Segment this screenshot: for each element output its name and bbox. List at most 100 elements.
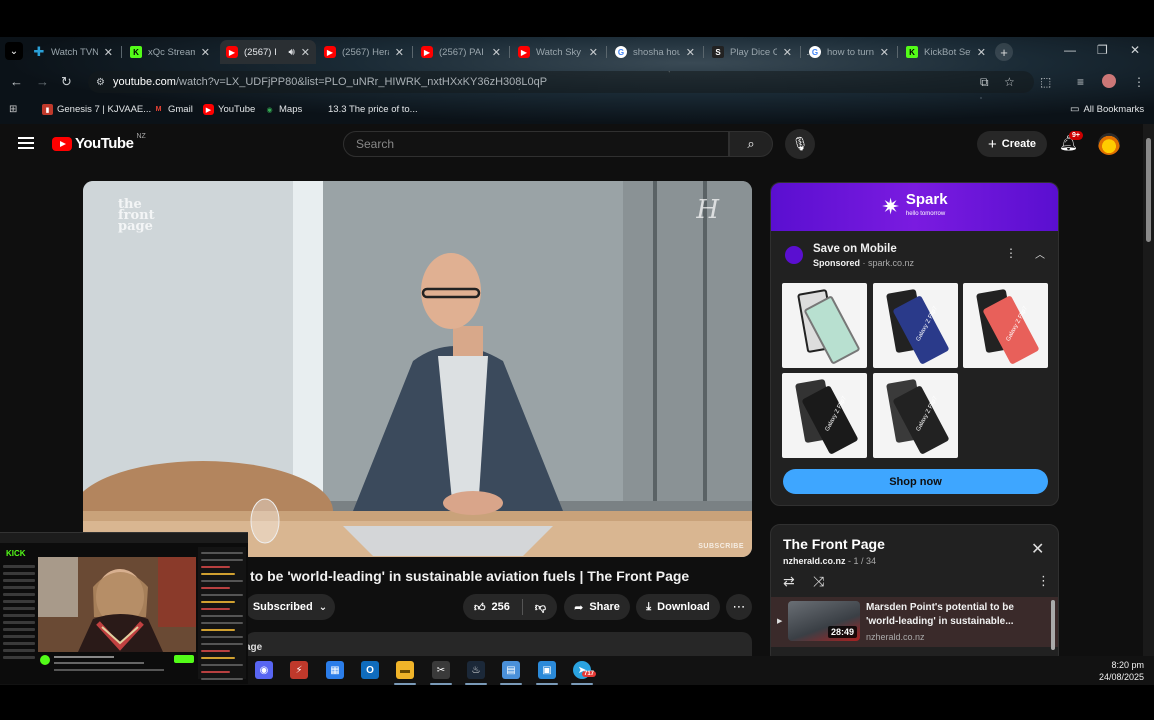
close-icon[interactable]: ✕ bbox=[492, 46, 501, 59]
close-icon[interactable]: ✕ bbox=[977, 46, 986, 59]
profile-avatar[interactable] bbox=[1102, 74, 1116, 88]
video-thumbnail[interactable]: 28:49 bbox=[788, 601, 860, 641]
maximize-icon[interactable]: ❐ bbox=[1097, 43, 1108, 57]
discord-icon[interactable]: ◉ bbox=[255, 661, 273, 679]
bookmark-maps[interactable]: ◉ Maps bbox=[264, 104, 302, 115]
app-icon[interactable]: ▣ bbox=[538, 661, 556, 679]
apps-grid-icon[interactable]: ⊞ bbox=[9, 104, 17, 115]
steam-icon[interactable]: ♨ bbox=[467, 661, 485, 679]
outlook-icon[interactable]: O bbox=[361, 661, 379, 679]
tab-search-chevron-icon[interactable]: ⌄ bbox=[5, 42, 23, 60]
snipping-tool-icon[interactable]: ✂ bbox=[432, 661, 450, 679]
audio-playing-icon[interactable]: 🔊︎ bbox=[288, 47, 294, 58]
extensions-icon[interactable]: ⬚ bbox=[1040, 75, 1051, 89]
tab-9[interactable]: K KickBot Set ✕ bbox=[900, 40, 992, 64]
close-icon[interactable]: ✕ bbox=[201, 46, 210, 59]
follow-button[interactable] bbox=[174, 655, 194, 663]
close-icon[interactable]: ✕ bbox=[301, 46, 310, 59]
tab-1[interactable]: K xQc Stream ✕ bbox=[124, 40, 216, 64]
like-button[interactable]: 👍︎ 256 bbox=[474, 601, 510, 614]
description-box[interactable]: age bbox=[245, 632, 752, 656]
scrollbar-thumb[interactable] bbox=[1146, 138, 1151, 242]
tab-6[interactable]: G shosha hou ✕ bbox=[609, 40, 701, 64]
close-icon[interactable]: ✕ bbox=[783, 46, 792, 59]
kebab-menu-icon[interactable]: ⋮ bbox=[1133, 75, 1145, 89]
product-card[interactable]: Galaxy Z Flip7 bbox=[963, 283, 1048, 368]
bookmark-star-icon[interactable]: ☆ bbox=[1004, 75, 1015, 89]
all-bookmarks[interactable]: ▭ All Bookmarks bbox=[1070, 104, 1144, 115]
forward-arrow-icon[interactable]: → bbox=[36, 74, 49, 89]
share-button[interactable]: ➦ Share bbox=[564, 594, 630, 620]
flash-icon[interactable]: ⚡ bbox=[290, 661, 308, 679]
close-icon[interactable]: ✕ bbox=[395, 46, 404, 59]
kebab-menu-icon[interactable]: ⋮ bbox=[1037, 573, 1050, 589]
playlist-channel[interactable]: nzherald.co.nz bbox=[783, 556, 846, 566]
tab-7[interactable]: S Play Dice C ✕ bbox=[706, 40, 798, 64]
shuffle-icon[interactable]: ⤨ bbox=[813, 573, 824, 590]
product-card[interactable] bbox=[782, 283, 867, 368]
close-icon[interactable]: ✕ bbox=[589, 46, 598, 59]
notepad-icon[interactable]: ▤ bbox=[502, 661, 520, 679]
bookmark-gmail[interactable]: M Gmail bbox=[153, 104, 193, 115]
product-card[interactable]: Galaxy Z Flip7 bbox=[873, 373, 958, 458]
system-clock[interactable]: 8:20 pm 24/08/2025 bbox=[1094, 659, 1144, 683]
close-icon[interactable]: ✕ bbox=[686, 46, 695, 59]
shop-now-button[interactable]: Shop now bbox=[783, 469, 1048, 494]
create-button[interactable]: + Create bbox=[977, 131, 1047, 157]
install-app-icon[interactable]: ⧉ bbox=[980, 75, 989, 90]
kebab-menu-icon[interactable]: ⋮ bbox=[1005, 246, 1017, 260]
ad-title[interactable]: Save on Mobile bbox=[813, 243, 914, 255]
subscribe-watermark[interactable]: SUBSCRIBE bbox=[698, 543, 744, 550]
product-card[interactable]: Galaxy Z Flip7 bbox=[782, 373, 867, 458]
search-button[interactable]: ⌕ bbox=[729, 131, 773, 157]
download-button[interactable]: ⤓ Download bbox=[636, 594, 720, 620]
close-icon[interactable]: ✕ bbox=[880, 46, 889, 59]
thumbs-up-icon: 👍︎ bbox=[473, 601, 486, 614]
account-avatar[interactable] bbox=[1098, 133, 1120, 155]
subscribed-button[interactable]: Subscribed ⌄ bbox=[245, 594, 335, 620]
bookmark-price[interactable]: 13.3 The price of to... bbox=[328, 104, 418, 115]
close-window-icon[interactable]: ✕ bbox=[1130, 43, 1140, 57]
close-icon[interactable]: ✕ bbox=[1031, 539, 1044, 559]
chevron-up-icon[interactable]: ︿ bbox=[1035, 246, 1045, 261]
address-bar[interactable]: ⚙ youtube.com/watch?v=LX_UDFjPP80&list=P… bbox=[88, 71, 1034, 93]
reload-icon[interactable]: ↻ bbox=[61, 74, 72, 90]
site-settings-icon[interactable]: ⚙ bbox=[96, 77, 105, 88]
minimize-icon[interactable]: — bbox=[1064, 43, 1076, 57]
page-scrollbar[interactable] bbox=[1143, 124, 1154, 656]
playlist-title[interactable]: The Front Page bbox=[783, 536, 885, 552]
tab-0[interactable]: ✚ Watch TVN ✕ bbox=[27, 40, 119, 64]
bookmark-genesis[interactable]: ▮ Genesis 7 | KJVAAE... bbox=[42, 104, 151, 115]
youtube-logo[interactable]: YouTube NZ bbox=[52, 133, 146, 152]
product-card[interactable]: Galaxy Z Flip7 bbox=[873, 283, 958, 368]
media-controls-icon[interactable]: ≡ bbox=[1077, 75, 1084, 89]
tab-8[interactable]: G how to turn ✕ bbox=[803, 40, 895, 64]
playlist-scrollbar[interactable] bbox=[1051, 600, 1055, 650]
playlist-item-current[interactable]: ▶ 28:49 Marsden Point's potential to be … bbox=[771, 597, 1058, 647]
video-player[interactable]: the front page H SUBSCRIBE bbox=[83, 181, 752, 557]
telegram-icon[interactable]: ➤ 717 bbox=[573, 661, 597, 679]
new-tab-plus-icon[interactable]: + bbox=[995, 43, 1013, 61]
file-explorer-icon[interactable]: ▬ bbox=[396, 661, 414, 679]
voice-search-button[interactable]: 🎙︎ bbox=[785, 129, 815, 159]
close-icon[interactable]: ✕ bbox=[104, 46, 113, 59]
overlay-chat bbox=[198, 547, 246, 680]
tab-5[interactable]: ▶ Watch Sky ✕ bbox=[512, 40, 604, 64]
thumbs-down-icon[interactable]: 👎︎ bbox=[535, 601, 546, 614]
bookmark-youtube[interactable]: ▶ YouTube bbox=[203, 104, 255, 115]
back-arrow-icon[interactable]: ← bbox=[10, 74, 23, 89]
hamburger-menu-icon[interactable] bbox=[18, 137, 34, 149]
notifications-bell-icon[interactable]: 🔔︎ 9+ bbox=[1059, 131, 1083, 152]
search-input[interactable]: Search bbox=[343, 131, 729, 157]
url-text[interactable]: youtube.com/watch?v=LX_UDFjPP80&list=PLO… bbox=[113, 76, 547, 88]
advertiser-logo[interactable] bbox=[785, 246, 803, 264]
tab-2-active[interactable]: ▶ (2567) I 🔊︎ ✕ bbox=[220, 40, 316, 64]
ad-banner[interactable]: ✷ Spark hello tomorrow bbox=[771, 183, 1058, 231]
loop-icon[interactable]: ⇄ bbox=[783, 573, 795, 590]
tab-separator bbox=[606, 46, 607, 58]
tab-4[interactable]: ▶ (2567) PAI ✕ bbox=[415, 40, 507, 64]
more-actions-icon[interactable]: ⋯ bbox=[726, 594, 752, 620]
tab-3[interactable]: ▶ (2567) Hera ✕ bbox=[318, 40, 410, 64]
stream-overlay-window[interactable]: KICK bbox=[0, 532, 248, 684]
store-icon[interactable]: ▦ bbox=[326, 661, 344, 679]
